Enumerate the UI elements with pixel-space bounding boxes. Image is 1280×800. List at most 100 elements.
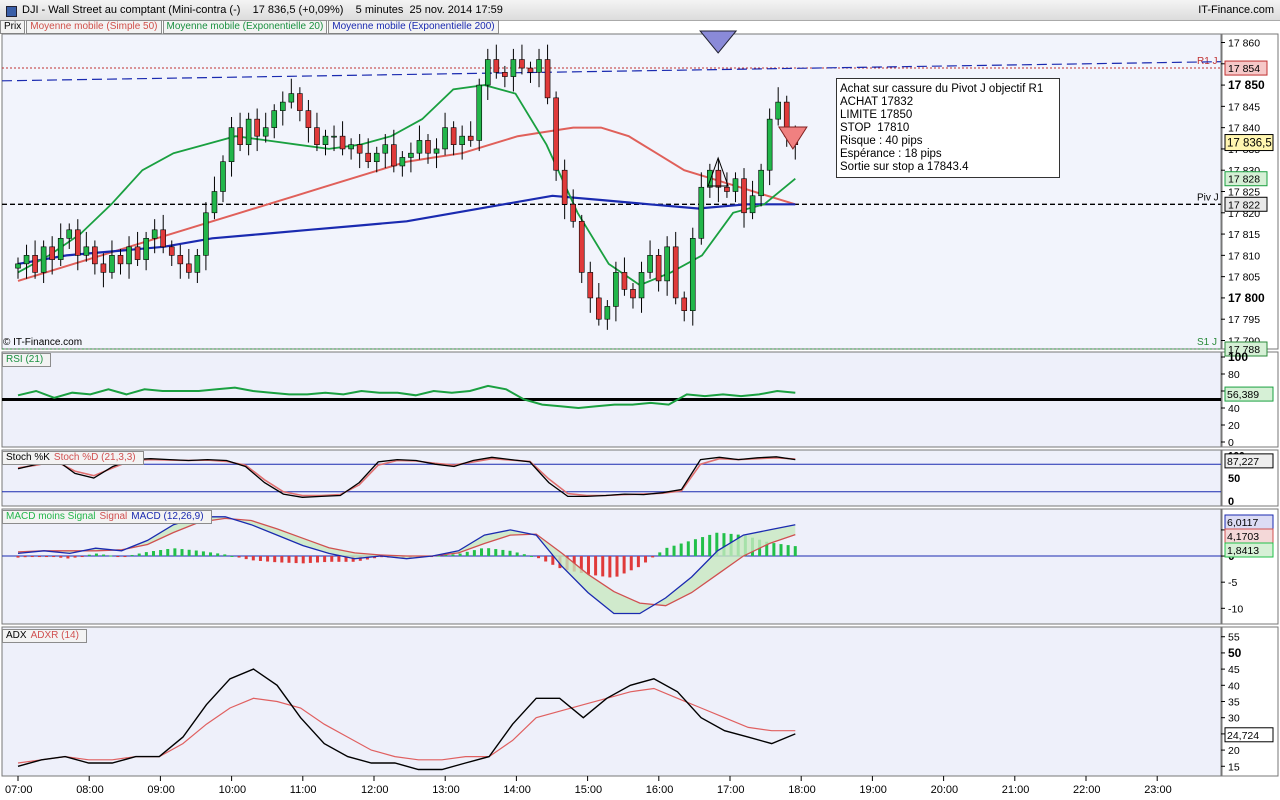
x-tick-label: 12:00 [361, 784, 389, 796]
macd-hist-bar [159, 550, 163, 557]
candle-body [604, 306, 611, 320]
macd-hist-bar [458, 553, 462, 557]
macd-hist-bar [793, 546, 797, 557]
adxr-title: ADXR (14) [30, 630, 79, 641]
macd-hist-bar [708, 534, 712, 557]
rsi-legend[interactable]: RSI (21) [2, 353, 52, 367]
x-tick-label: 22:00 [1073, 784, 1101, 796]
candle-body [100, 263, 107, 273]
macd-hist-bar [772, 543, 776, 557]
macd-hist-bar [779, 544, 783, 557]
x-tick-label: 20:00 [931, 784, 959, 796]
candle-body [416, 140, 423, 154]
copyright: © IT-Finance.com [3, 337, 83, 348]
candle-body [587, 272, 594, 299]
macd-hist-bar [622, 556, 626, 574]
x-tick-label: 15:00 [575, 784, 603, 796]
macd-hist-bar [629, 556, 633, 571]
rsi-ytick-label: 40 [1228, 403, 1240, 415]
macd-hist-bar [323, 556, 327, 563]
macd-hist-bar [315, 556, 319, 563]
candle-body [365, 152, 371, 163]
x-tick-label: 16:00 [646, 784, 674, 796]
macd-hist-bar [66, 556, 70, 559]
annotation-line: Achat sur cassure du Pivot J objectif R1 [840, 83, 1044, 95]
stoch-k-title: Stoch %K [6, 452, 50, 463]
stoch-tag: 87,227 [1227, 456, 1259, 468]
macd-legend[interactable]: MACD moins Signal Signal MACD (12,26,9) [2, 510, 212, 524]
macd-hist-bar [37, 556, 41, 558]
macd-hist-bar [16, 556, 20, 558]
macd-hist-bar [544, 556, 548, 562]
macd-hist-bar [665, 547, 669, 557]
candle-body [647, 255, 653, 273]
rsi-tag: 56,389 [1227, 389, 1259, 401]
price-ytick-label: 17 810 [1228, 250, 1260, 262]
candle-body [775, 101, 781, 120]
candle-body [168, 246, 175, 256]
rsi-ytick-label: 80 [1228, 369, 1240, 381]
candle-body [382, 144, 389, 154]
candle-body [177, 255, 184, 265]
candle-body [715, 169, 722, 188]
annotation-line: LIMITE 17850 [840, 109, 913, 121]
candle-body [681, 297, 688, 311]
price-ytick-label: 17 840 [1228, 123, 1260, 135]
candle-body [408, 152, 414, 158]
ema20-tag: 17 828 [1228, 174, 1260, 186]
stoch-legend[interactable]: Stoch %K Stoch %D (21,3,3) [2, 451, 144, 465]
candle-body [689, 238, 696, 311]
adx-ytick-label: 35 [1228, 697, 1240, 709]
level-tag: 17 854 [1228, 63, 1260, 75]
macd-hist-bar [308, 556, 312, 563]
macd-ytick-label: -10 [1228, 603, 1243, 615]
macd-hist-bar [94, 553, 98, 557]
macd-hist-bar [251, 556, 255, 561]
x-tick-label: 21:00 [1002, 784, 1030, 796]
adx-ytick-label: 20 [1228, 745, 1240, 757]
macd-hist-bar [679, 543, 683, 557]
x-tick-label: 18:00 [788, 784, 816, 796]
candle-body [373, 152, 380, 163]
adx-legend[interactable]: ADX ADXR (14) [2, 629, 87, 643]
macd-hist-bar [601, 556, 605, 577]
candle-body [220, 161, 226, 192]
macd-tag: 6,0117 [1227, 517, 1258, 529]
x-tick-label: 14:00 [503, 784, 531, 796]
candle-body [724, 186, 730, 192]
candle-body [553, 97, 559, 171]
macd-hist-bar [672, 545, 676, 557]
candle-body [570, 203, 576, 222]
candle-body [510, 59, 517, 77]
macd-hist-bar [644, 556, 648, 563]
x-tick-label: 07:00 [5, 784, 33, 796]
candle-body [356, 144, 363, 154]
candle-body [109, 255, 115, 273]
macd-hist-bar [194, 550, 198, 557]
macd-hist-bar [615, 556, 619, 577]
macd-hist-bar [23, 556, 27, 558]
macd-hist-bar [294, 556, 298, 564]
candle-body [399, 157, 406, 167]
price-ytick-label: 17 800 [1228, 291, 1265, 305]
macd-hist-bar [522, 554, 526, 557]
candle-body [442, 127, 448, 150]
candle-body [117, 255, 124, 265]
macd-hist-bar [658, 552, 662, 557]
adx-ytick-label: 50 [1228, 646, 1242, 660]
candle-body [544, 59, 551, 99]
macd-hist-bar [287, 556, 291, 563]
macd-hist-bar [230, 555, 234, 557]
candle-body [527, 67, 534, 73]
macd-hist-bar [515, 552, 519, 557]
macd-hist-bar [494, 549, 498, 557]
rsi-title: RSI (21) [6, 354, 44, 365]
macd-hist-bar [244, 556, 248, 560]
candle-body [536, 59, 542, 73]
candle-body [322, 135, 329, 145]
annotation-line: Sortie sur stop a 17843.4 [840, 161, 969, 173]
candle-body [348, 144, 354, 150]
candle-body [15, 263, 21, 269]
macd-hist-bar [59, 556, 63, 558]
candle-body [596, 297, 602, 320]
